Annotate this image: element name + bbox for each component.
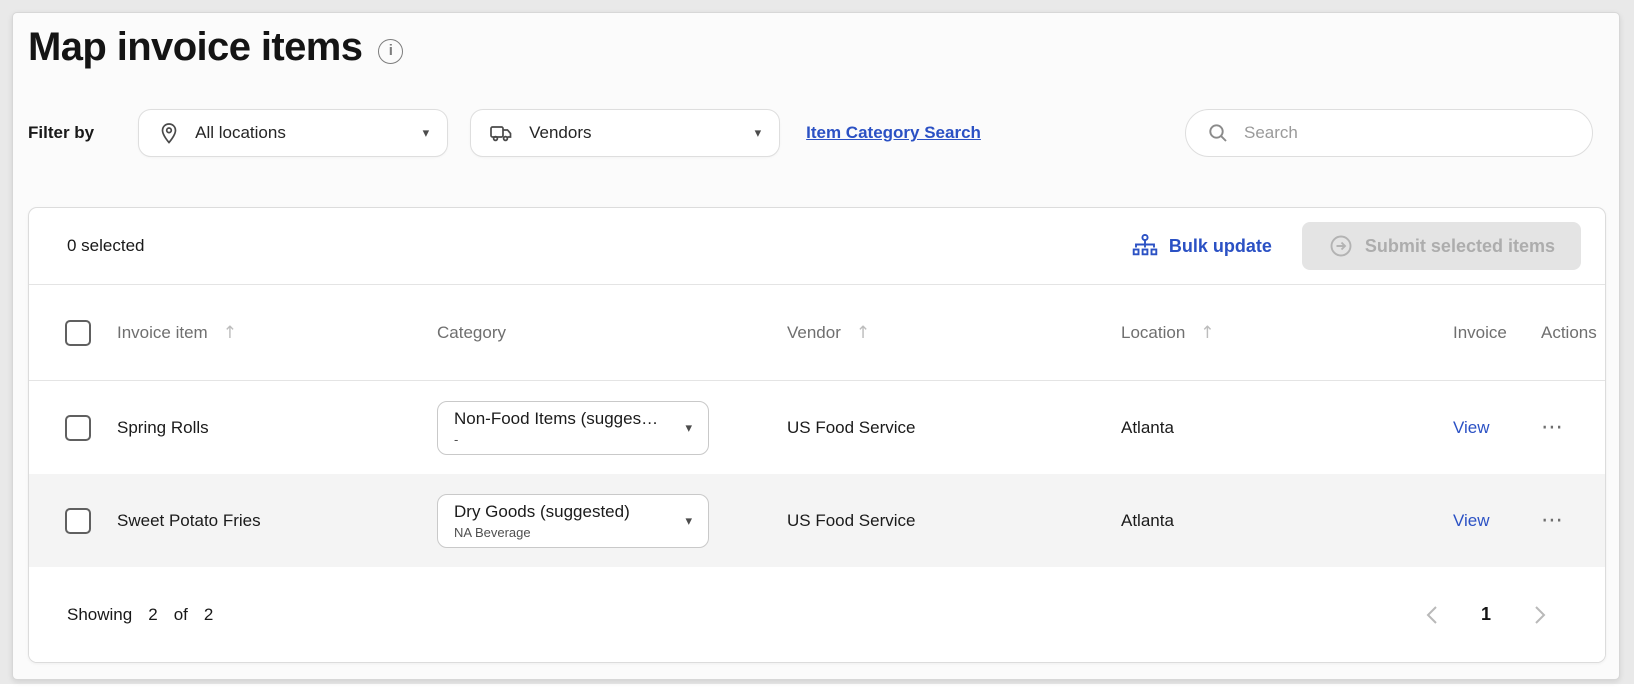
info-icon[interactable]: i bbox=[378, 39, 403, 64]
filter-bar: Filter by All locations ▾ Vendors ▾ Item… bbox=[28, 109, 1593, 157]
table-footer: Showing 2 of 2 1 bbox=[29, 567, 1605, 662]
row-checkbox[interactable] bbox=[65, 508, 91, 534]
map-invoice-items-window: Map invoice items i Filter by All locati… bbox=[12, 12, 1620, 680]
submit-arrow-icon bbox=[1328, 233, 1354, 259]
shown-count: 2 bbox=[148, 605, 157, 625]
column-header-vendor[interactable]: Vendor ↑ bbox=[787, 323, 1121, 343]
invoice-item-name: Sweet Potato Fries bbox=[117, 511, 437, 531]
chevron-down-icon: ▾ bbox=[423, 125, 430, 141]
toolbar-actions: Bulk update Submit selected items bbox=[1132, 222, 1581, 270]
search-input[interactable] bbox=[1242, 122, 1572, 144]
category-dropdown[interactable]: Dry Goods (suggested) NA Beverage ▾ bbox=[437, 494, 709, 548]
column-header-actions: Actions bbox=[1541, 323, 1597, 343]
sort-ascending-icon[interactable]: ↑ bbox=[856, 323, 870, 343]
total-count: 2 bbox=[204, 605, 213, 625]
vendor-filter-dropdown[interactable]: Vendors ▾ bbox=[470, 109, 780, 157]
submit-selected-items-label: Submit selected items bbox=[1365, 236, 1555, 257]
current-page-number[interactable]: 1 bbox=[1481, 604, 1491, 625]
category-dropdown[interactable]: Non-Food Items (sugges… - ▾ bbox=[437, 401, 709, 455]
location-filter-value: All locations bbox=[195, 123, 286, 143]
page-title: Map invoice items bbox=[28, 25, 362, 69]
view-invoice-link[interactable]: View bbox=[1453, 511, 1490, 530]
vendor-filter-value: Vendors bbox=[529, 123, 591, 143]
bulk-update-hierarchy-icon bbox=[1132, 233, 1158, 259]
previous-page-button[interactable] bbox=[1425, 604, 1439, 626]
location-cell: Atlanta bbox=[1121, 418, 1453, 438]
search-icon bbox=[1206, 121, 1230, 145]
next-page-button[interactable] bbox=[1533, 604, 1547, 626]
chevron-left-icon bbox=[1425, 604, 1439, 626]
location-pin-icon bbox=[157, 121, 181, 145]
invoice-item-name: Spring Rolls bbox=[117, 418, 437, 438]
bulk-update-label: Bulk update bbox=[1169, 236, 1272, 257]
item-category-search-link[interactable]: Item Category Search bbox=[806, 123, 981, 143]
submit-selected-items-button[interactable]: Submit selected items bbox=[1302, 222, 1581, 270]
category-subtext: NA Beverage bbox=[454, 525, 675, 540]
vendor-cell: US Food Service bbox=[787, 418, 1121, 438]
column-header-invoice: Invoice bbox=[1453, 323, 1541, 343]
column-header-location[interactable]: Location ↑ bbox=[1121, 323, 1453, 343]
page-header: Map invoice items i bbox=[13, 13, 1619, 69]
sort-ascending-icon[interactable]: ↑ bbox=[1200, 323, 1214, 343]
row-actions-menu-icon[interactable]: ⋯ bbox=[1541, 415, 1565, 440]
chevron-right-icon bbox=[1533, 604, 1547, 626]
column-header-invoice-item[interactable]: Invoice item ↑ bbox=[117, 323, 437, 343]
column-header-category: Category bbox=[437, 323, 787, 343]
selected-count: 0 selected bbox=[67, 236, 145, 256]
table-toolbar: 0 selected Bulk update bbox=[29, 208, 1605, 285]
select-all-checkbox[interactable] bbox=[65, 320, 91, 346]
table-row: Sweet Potato Fries Dry Goods (suggested)… bbox=[29, 474, 1605, 567]
of-label: of bbox=[174, 605, 188, 625]
search-box bbox=[1185, 109, 1593, 157]
filter-by-label: Filter by bbox=[28, 123, 94, 143]
category-value: Dry Goods (suggested) bbox=[454, 502, 675, 522]
category-value: Non-Food Items (sugges… bbox=[454, 409, 675, 429]
sort-ascending-icon[interactable]: ↑ bbox=[223, 323, 237, 343]
vendor-cell: US Food Service bbox=[787, 511, 1121, 531]
chevron-down-icon: ▾ bbox=[685, 513, 692, 529]
chevron-down-icon: ▾ bbox=[685, 420, 692, 436]
view-invoice-link[interactable]: View bbox=[1453, 418, 1490, 437]
truck-icon bbox=[489, 121, 515, 145]
category-subtext: - bbox=[454, 432, 675, 447]
location-filter-dropdown[interactable]: All locations ▾ bbox=[138, 109, 448, 157]
row-checkbox[interactable] bbox=[65, 415, 91, 441]
table-header-row: Invoice item ↑ Category Vendor ↑ Locatio… bbox=[29, 285, 1605, 381]
row-actions-menu-icon[interactable]: ⋯ bbox=[1541, 508, 1565, 533]
location-cell: Atlanta bbox=[1121, 511, 1453, 531]
bulk-update-button[interactable]: Bulk update bbox=[1132, 233, 1272, 259]
pagination: 1 bbox=[1425, 604, 1547, 626]
invoice-items-card: 0 selected Bulk update bbox=[28, 207, 1606, 663]
showing-label: Showing bbox=[67, 605, 132, 625]
chevron-down-icon: ▾ bbox=[755, 125, 762, 141]
table-row: Spring Rolls Non-Food Items (sugges… - ▾… bbox=[29, 381, 1605, 474]
showing-summary: Showing 2 of 2 bbox=[67, 605, 213, 625]
